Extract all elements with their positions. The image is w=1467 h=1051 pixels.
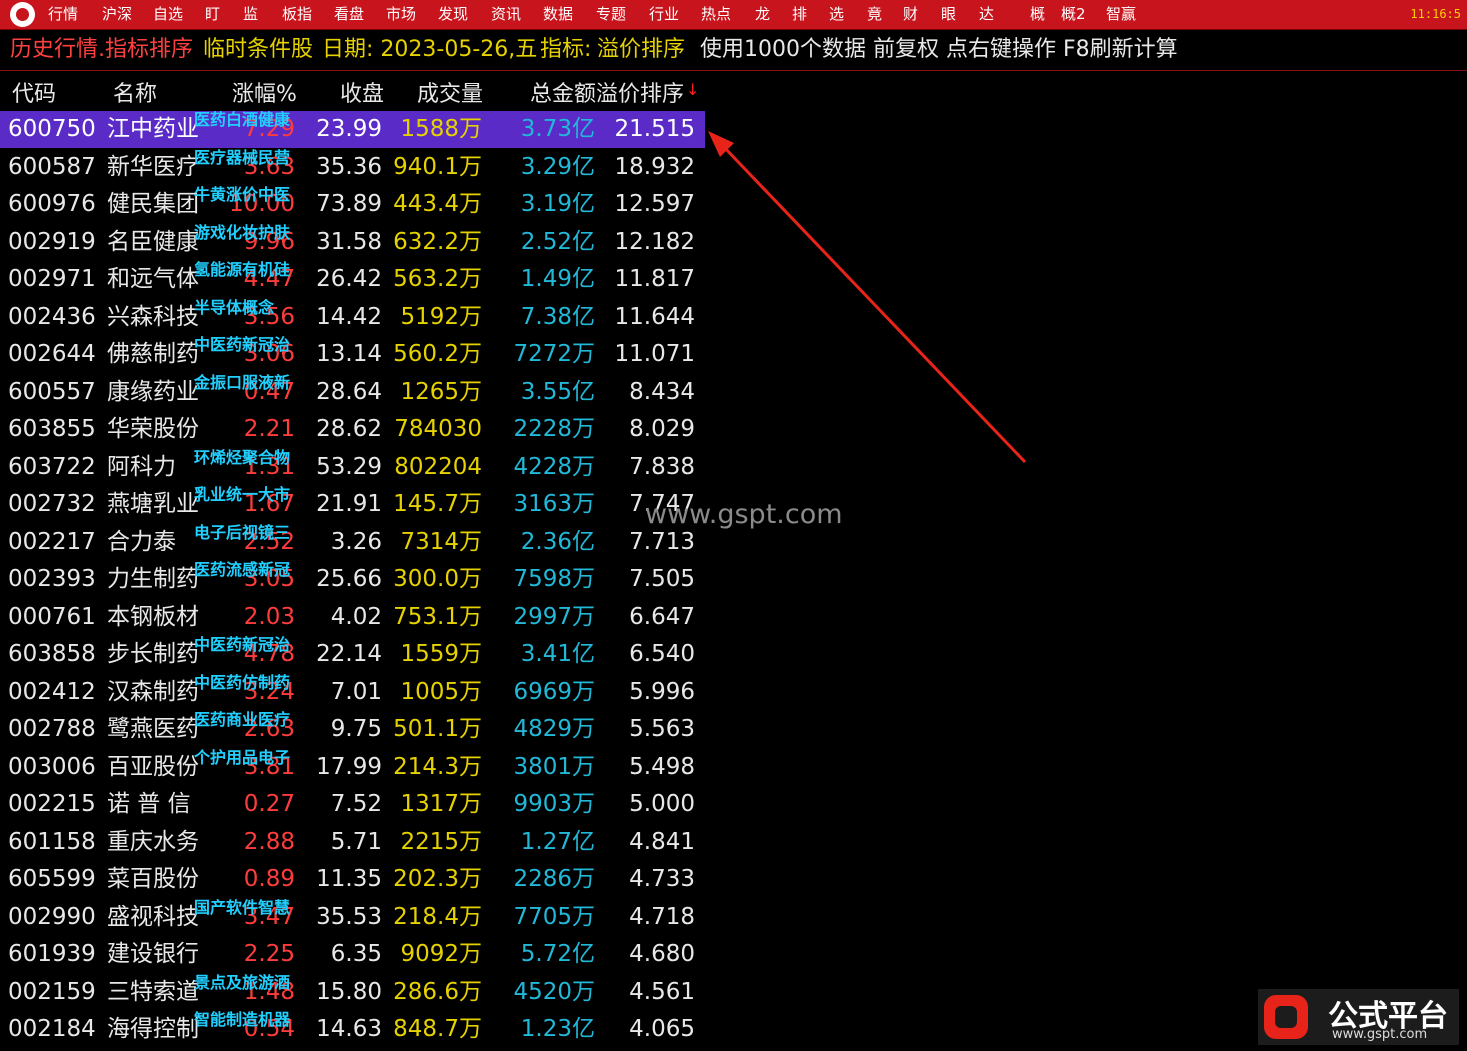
- brand-logo-icon: [1264, 995, 1308, 1039]
- brand-badge: 公式平台 www.gspt.com: [1258, 989, 1459, 1045]
- watermark: www.gspt.com: [645, 499, 843, 530]
- brand-url: www.gspt.com: [1332, 1027, 1428, 1042]
